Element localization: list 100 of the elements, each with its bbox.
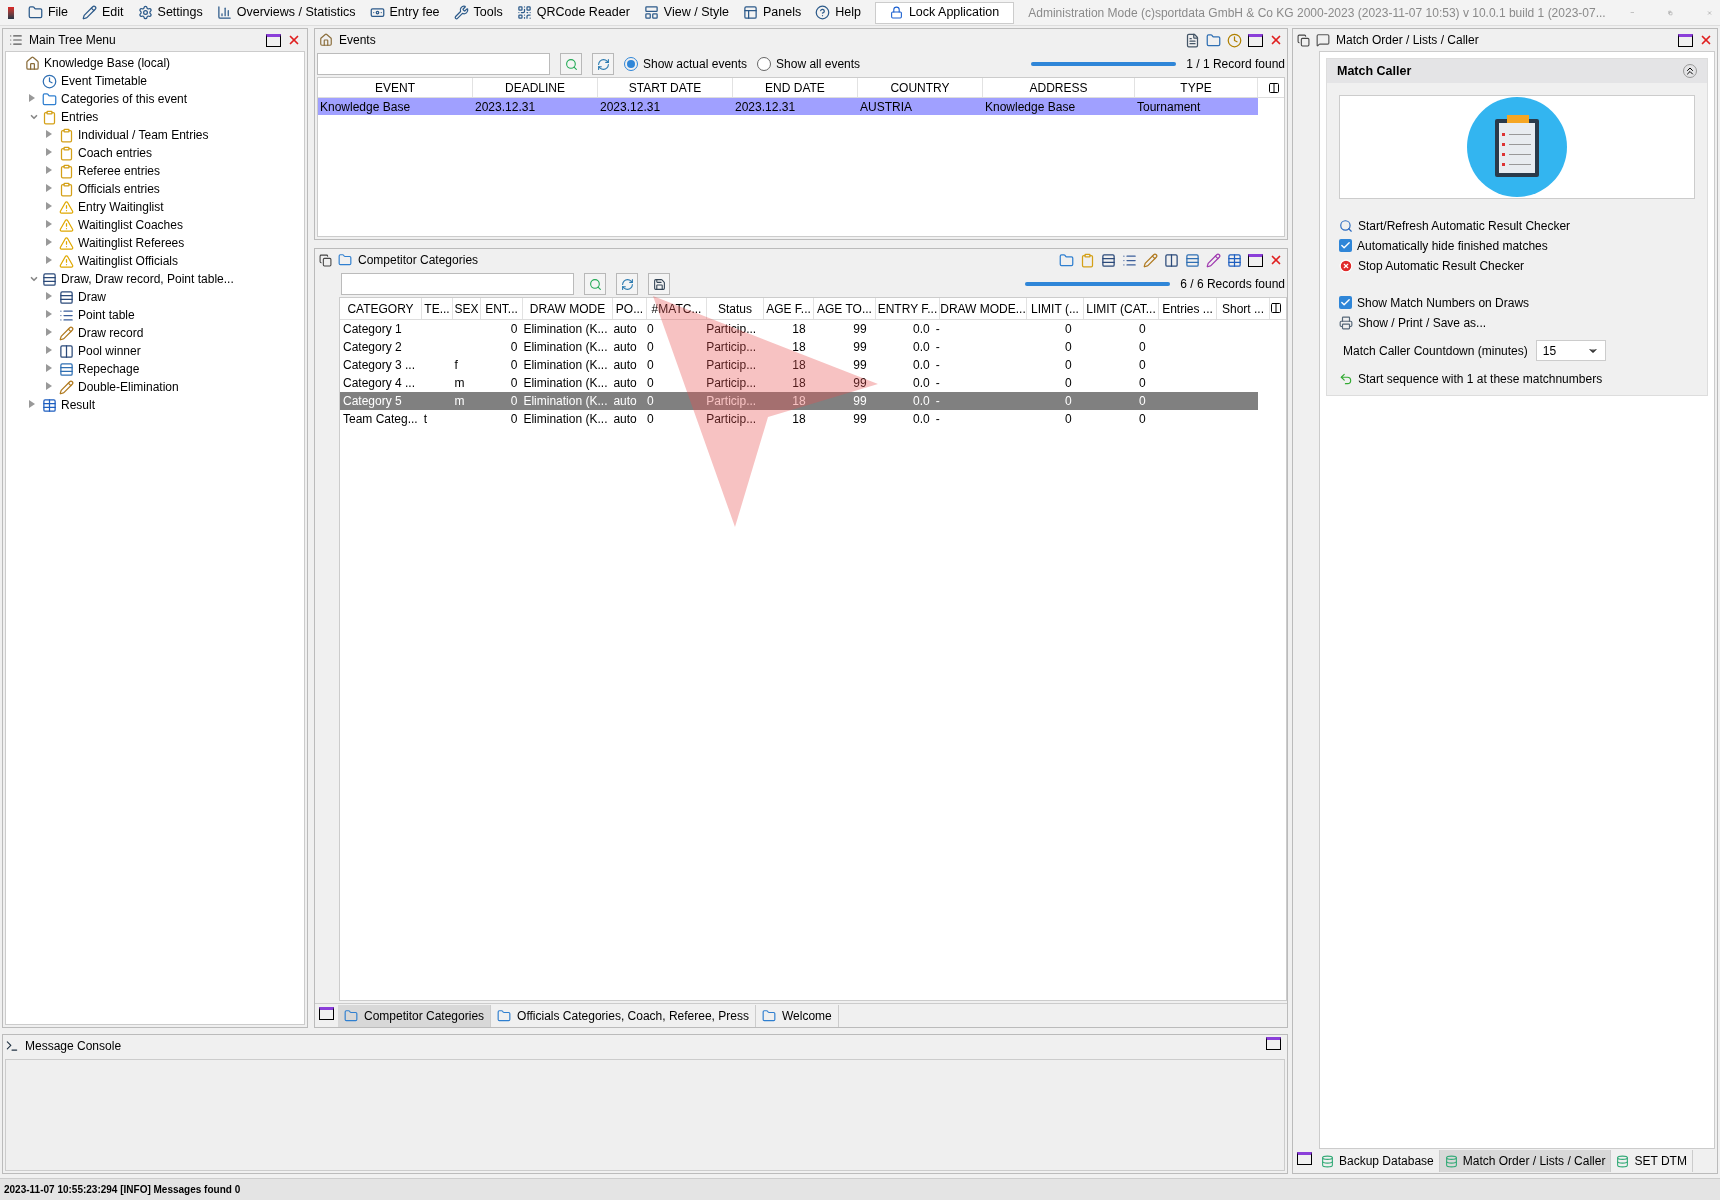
refresh-button[interactable]: [592, 53, 614, 75]
folder-icon[interactable]: [1206, 32, 1221, 48]
tab[interactable]: Match Order / Lists / Caller: [1439, 1150, 1612, 1172]
action-link[interactable]: Stop Automatic Result Checker: [1339, 257, 1695, 274]
menu-item[interactable]: File: [27, 3, 69, 22]
tree-item[interactable]: Draw, Draw record, Point table...: [61, 270, 234, 288]
tree-item[interactable]: Point table: [78, 306, 135, 324]
maximize-icon[interactable]: [1248, 33, 1263, 47]
tree-item[interactable]: Officials entries: [78, 180, 160, 198]
search-field[interactable]: [317, 53, 550, 75]
table-row[interactable]: Category 5 m 0 Elimination (K... auto 0 Particip... 18 99 0.0 - 0 0: [340, 392, 1258, 410]
tree-item[interactable]: Entries: [61, 108, 99, 126]
tree-item[interactable]: Entry Waitinglist: [78, 198, 164, 216]
maximize-icon[interactable]: [1266, 1037, 1281, 1050]
windows-icon[interactable]: [1297, 33, 1310, 47]
column-header[interactable]: END DATE: [733, 78, 858, 97]
clipboard-icon[interactable]: [1080, 252, 1095, 268]
maximize-icon[interactable]: [319, 1006, 334, 1020]
tab[interactable]: Welcome: [755, 1004, 839, 1027]
tab[interactable]: Officials Categories, Coach, Referee, Press: [491, 1004, 756, 1027]
column-header[interactable]: Short ...: [1217, 298, 1270, 319]
tree-item[interactable]: Categories of this event: [61, 90, 188, 108]
maximize-icon[interactable]: [1678, 33, 1693, 47]
tree-item[interactable]: Waitinglist Officials: [78, 252, 179, 270]
tree-item[interactable]: Repechage: [78, 360, 140, 378]
tree-item[interactable]: Result: [61, 396, 95, 414]
pencil-icon[interactable]: [1206, 252, 1221, 268]
tree-item[interactable]: Waitinglist Coaches: [78, 216, 183, 234]
column-header[interactable]: ADDRESS: [983, 78, 1135, 97]
tree-item[interactable]: Event Timetable: [61, 72, 148, 90]
table-row[interactable]: Knowledge Base 2023.12.31 2023.12.31 2023.12.31 AUSTRIA Knowledge Base Tournament: [318, 98, 1258, 115]
column-header[interactable]: LIMIT (...: [1027, 298, 1084, 319]
action-link[interactable]: Start/Refresh Automatic Result Checker: [1339, 217, 1695, 234]
menu-item[interactable]: Settings: [137, 3, 203, 22]
radio-button[interactable]: [757, 57, 772, 71]
table-row[interactable]: Team Categ... t 0 Elimination (K... auto 0 Particip... 18 99 0.0 - 0 0: [340, 410, 1258, 428]
column-header[interactable]: TYPE: [1135, 78, 1258, 97]
column-header[interactable]: DRAW MODE...: [940, 298, 1027, 319]
menu-item[interactable]: View / Style: [643, 3, 729, 22]
table-row[interactable]: Category 1 0 Elimination (K... auto 0 Particip... 18 99 0.0 - 0 0: [340, 320, 1258, 338]
rows-icon[interactable]: [1185, 252, 1200, 268]
tree-item[interactable]: Pool winner: [78, 342, 141, 360]
column-chooser-icon[interactable]: [1268, 82, 1280, 94]
column-header[interactable]: DEADLINE: [473, 78, 598, 97]
action-link[interactable]: Show / Print / Save as...: [1339, 314, 1695, 331]
column-header[interactable]: ENTRY F...: [876, 298, 940, 319]
close-icon[interactable]: [287, 33, 301, 47]
lock-button[interactable]: Lock Application: [874, 1, 1015, 24]
list-icon[interactable]: [1122, 252, 1137, 268]
countdown-dropdown[interactable]: 15: [1535, 340, 1606, 361]
tree-item[interactable]: Waitinglist Referees: [78, 234, 185, 252]
menu-item[interactable]: Help: [815, 3, 861, 22]
menu-item[interactable]: QRCode Reader: [516, 3, 630, 22]
menu-item[interactable]: Panels: [742, 3, 802, 22]
tree-item[interactable]: Individual / Team Entries: [78, 126, 209, 144]
clock-icon[interactable]: [1227, 32, 1242, 48]
close-icon[interactable]: [1269, 33, 1283, 47]
column-header[interactable]: Entries ...: [1159, 298, 1217, 319]
folder-icon[interactable]: [1059, 252, 1074, 268]
checkbox[interactable]: [1339, 296, 1352, 309]
column-chooser-icon[interactable]: [1270, 302, 1282, 314]
checkbox[interactable]: [1339, 239, 1352, 252]
column-header[interactable]: Status: [707, 298, 764, 319]
search-button[interactable]: [584, 273, 606, 295]
action-link[interactable]: Start sequence with 1 at these matchnumbers: [1339, 370, 1695, 387]
column-header[interactable]: AGE TO...: [814, 298, 876, 319]
search-button[interactable]: [560, 53, 582, 75]
pencil-icon[interactable]: [1143, 252, 1158, 268]
tab[interactable]: Competitor Categories: [338, 1004, 492, 1027]
tree-item[interactable]: Knowledge Base (local): [44, 54, 171, 72]
tree-item[interactable]: Draw record: [78, 324, 144, 342]
tab[interactable]: Backup Database: [1316, 1150, 1440, 1172]
tab[interactable]: SET DTM: [1611, 1150, 1693, 1172]
maximize-icon[interactable]: [1248, 253, 1263, 267]
column-header[interactable]: ENT...: [481, 298, 523, 319]
maximize-icon[interactable]: [266, 33, 281, 47]
tree-item[interactable]: Double-Elimination: [78, 378, 179, 396]
menu-item[interactable]: Entry fee: [369, 3, 440, 22]
column-header[interactable]: SEX: [453, 298, 481, 319]
tree-item[interactable]: Coach entries: [78, 144, 153, 162]
tree-item[interactable]: Draw: [78, 288, 106, 306]
column-header[interactable]: TE...: [422, 298, 453, 319]
table-row[interactable]: Category 3 ... f 0 Elimination (K... auto 0 Particip... 18 99 0.0 - 0 0: [340, 356, 1258, 374]
maximize-icon[interactable]: [1297, 1152, 1312, 1165]
refresh-button[interactable]: [616, 273, 638, 295]
tree-item[interactable]: Referee entries: [78, 162, 161, 180]
table-row[interactable]: Category 2 0 Elimination (K... auto 0 Particip... 18 99 0.0 - 0 0: [340, 338, 1258, 356]
column-header[interactable]: AGE F...: [764, 298, 814, 319]
search-field[interactable]: [341, 273, 574, 295]
windows-icon[interactable]: [319, 253, 332, 267]
columns-icon[interactable]: [1164, 252, 1179, 268]
menu-item[interactable]: Overviews / Statistics: [216, 3, 356, 22]
close-icon[interactable]: [1699, 33, 1713, 47]
column-header[interactable]: CATEGORY: [340, 298, 422, 319]
table-row[interactable]: Category 4 ... m 0 Elimination (K... auto 0 Particip... 18 99 0.0 - 0 0: [340, 374, 1258, 392]
column-header[interactable]: #MATC...: [647, 298, 707, 319]
column-header[interactable]: COUNTRY: [858, 78, 983, 97]
column-header[interactable]: DRAW MODE: [523, 298, 613, 319]
column-header[interactable]: LIMIT (CAT...: [1084, 298, 1159, 319]
column-header[interactable]: START DATE: [598, 78, 733, 97]
